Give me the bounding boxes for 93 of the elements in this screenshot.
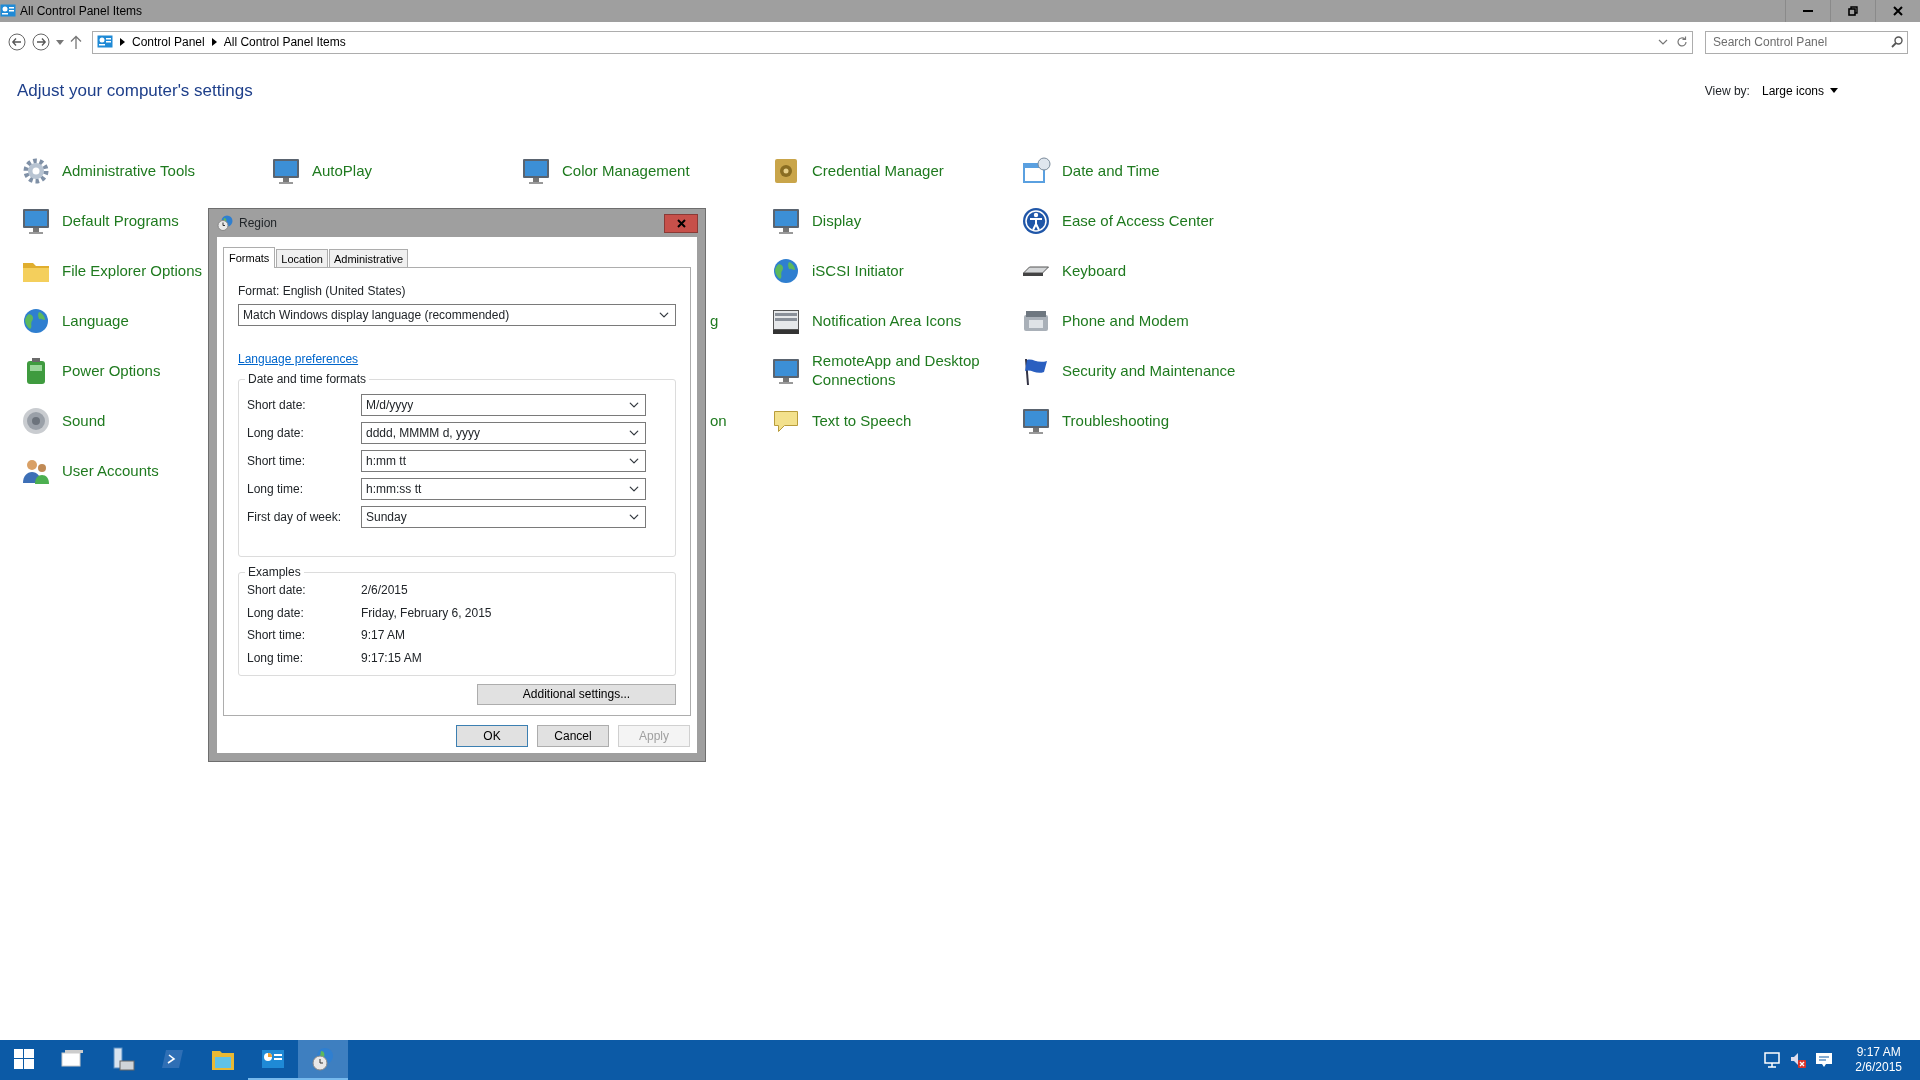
control-panel-icon [261, 1047, 285, 1071]
network-icon[interactable] [1763, 1051, 1782, 1069]
close-button[interactable] [664, 213, 698, 233]
breadcrumb-arrow-icon [211, 38, 217, 46]
settings-link[interactable]: RemoteApp and Desktop Connections [812, 352, 1002, 390]
format-dropdown[interactable]: Sunday [361, 506, 646, 528]
dialog-button[interactable]: Cancel [537, 725, 609, 747]
example-value: Friday, February 6, 2015 [361, 604, 492, 622]
page-heading: Adjust your computer's settings [17, 79, 253, 102]
format-dropdown[interactable]: M/d/yyyy [361, 394, 646, 416]
settings-link[interactable]: Display [812, 211, 862, 231]
window-title: All Control Panel Items [20, 3, 143, 20]
settings-link[interactable]: Phone and Modem [1062, 311, 1189, 331]
minimize-icon [1803, 10, 1813, 12]
clock-time: 9:17 AM [1855, 1045, 1902, 1060]
close-icon [676, 218, 686, 228]
accessibility-icon [1020, 205, 1052, 237]
settings-link[interactable]: Sound [62, 411, 106, 431]
speaker-icon [20, 405, 52, 437]
format-dropdown[interactable]: h:mm tt [361, 450, 646, 472]
breadcrumb-arrow-icon [120, 38, 125, 46]
tab[interactable]: Administrative [328, 249, 408, 267]
field-label: First day of week: [247, 509, 343, 526]
settings-link[interactable]: Notification Area Icons [812, 311, 962, 331]
format-dropdown[interactable]: h:mm:ss tt [361, 478, 646, 500]
refresh-icon [1676, 36, 1688, 48]
close-icon [1893, 6, 1903, 16]
settings-link[interactable]: AutoPlay [312, 161, 373, 181]
terminal-icon [161, 1047, 185, 1071]
settings-link[interactable]: Keyboard [1062, 261, 1127, 281]
settings-link[interactable]: User Accounts [62, 461, 159, 481]
up-button[interactable] [70, 35, 82, 49]
settings-link[interactable]: Ease of Access Center [1062, 211, 1214, 231]
settings-link[interactable]: Security and Maintenance [1062, 361, 1236, 381]
settings-link[interactable]: Language [62, 311, 129, 331]
group-title: Date and time formats [247, 372, 368, 386]
settings-link[interactable]: Power Options [62, 361, 161, 381]
address-bar[interactable]: Control Panel All Control Panel Items [92, 30, 1693, 54]
dropdown-chevron-icon [1658, 39, 1668, 45]
breadcrumb-link[interactable]: All Control Panel Items [223, 33, 346, 51]
field-label: Long time: [247, 649, 305, 667]
settings-link[interactable]: Troubleshooting [1062, 411, 1169, 431]
language-preferences-link[interactable]: Language preferences [238, 352, 359, 366]
restore-icon [1848, 6, 1858, 16]
format-dropdown[interactable]: Match Windows display language (recommended) [238, 304, 676, 326]
field-label: Short date: [247, 397, 307, 414]
example-value: 9:17:15 AM [361, 649, 422, 667]
control-panel-icon [0, 3, 16, 19]
field-label: Short time: [247, 627, 307, 645]
field-label: Long date: [247, 425, 305, 442]
caret-icon [1830, 88, 1838, 93]
field-label: Short time: [247, 453, 307, 470]
volume-muted-icon[interactable] [1789, 1051, 1808, 1069]
breadcrumb-link[interactable]: Control Panel [132, 33, 205, 51]
recent-locations-button[interactable] [56, 39, 64, 45]
up-arrow-icon [70, 35, 82, 49]
view-by-label: View by: [1704, 82, 1750, 100]
settings-link[interactable]: Color Management [562, 161, 690, 181]
example-value: 9:17 AM [361, 627, 406, 645]
notification-icon[interactable] [1815, 1051, 1834, 1069]
settings-link[interactable]: Default Programs [62, 211, 179, 231]
globe-clock-icon [217, 215, 233, 231]
server-icon [111, 1047, 135, 1071]
windows-logo-icon [14, 1049, 34, 1069]
caret-icon [56, 39, 64, 45]
control-panel-icon [97, 34, 113, 50]
tab[interactable]: Location [276, 249, 328, 267]
format-dropdown[interactable]: dddd, MMMM d, yyyy [361, 422, 646, 444]
settings-link[interactable]: Credential Manager [812, 161, 944, 181]
settings-link[interactable]: Text to Speech [812, 411, 912, 431]
forward-button[interactable] [32, 33, 50, 51]
settings-link[interactable]: iSCSI Initiator [812, 261, 904, 281]
group-title: Examples [247, 565, 302, 579]
clock[interactable]: 9:17 AM 2/6/2015 [1855, 1045, 1902, 1075]
search-field[interactable]: Search Control Panel [1705, 30, 1908, 54]
example-value: 2/6/2015 [361, 582, 408, 600]
settings-link[interactable]: File Explorer Options [62, 261, 203, 281]
settings-link[interactable]: Administrative Tools [62, 161, 196, 181]
view-mode-dropdown[interactable]: Large icons [1761, 81, 1838, 100]
clock-date: 2/6/2015 [1855, 1060, 1902, 1075]
additional-settings-button[interactable]: Additional settings... [477, 684, 676, 705]
search-icon [1891, 36, 1903, 48]
dialog-title: Region [239, 215, 278, 232]
field-label: Long date: [247, 604, 305, 622]
globe-clock-icon [311, 1047, 335, 1071]
taskbar-button[interactable] [298, 1040, 348, 1080]
field-label: Long time: [247, 481, 305, 498]
back-button[interactable] [8, 33, 26, 51]
format-label: Format: English (United States) [238, 283, 407, 300]
tab[interactable]: Formats [223, 247, 276, 268]
field-label: Short date: [247, 582, 307, 600]
dialog-button[interactable]: OK [456, 725, 528, 747]
settings-link[interactable]: Date and Time [1062, 161, 1160, 181]
